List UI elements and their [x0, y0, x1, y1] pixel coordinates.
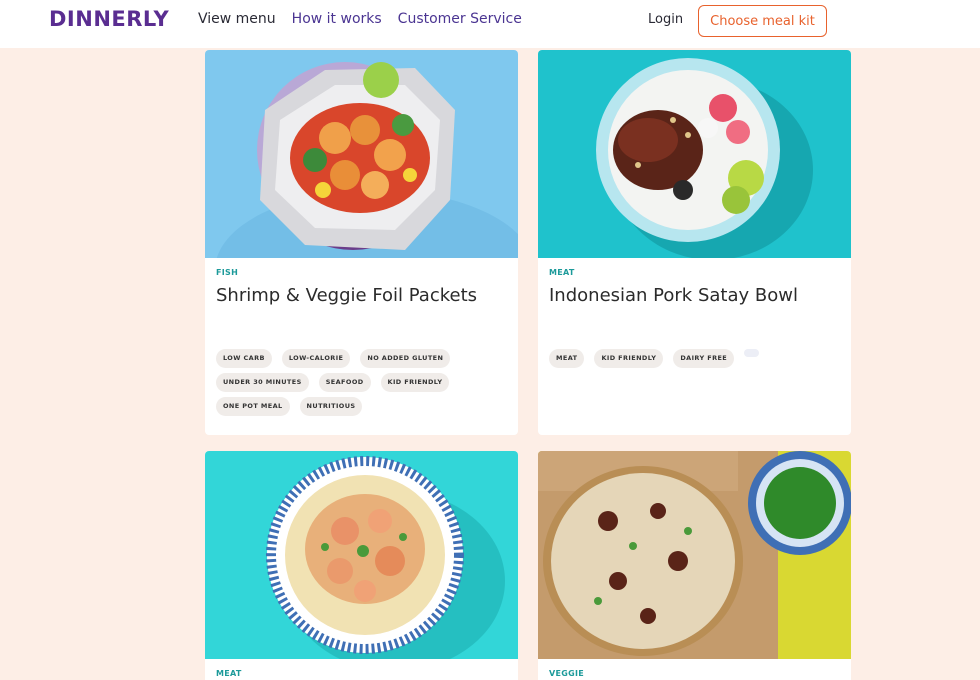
tag-chip: LOW-CALORIE: [281, 349, 351, 368]
tag-chip: KID FRIENDLY: [380, 373, 450, 392]
tag-chip: KID FRIENDLY: [594, 349, 664, 368]
tag-chip: LOW CARB: [216, 349, 272, 368]
tag-chip: SEAFOOD: [318, 373, 371, 392]
recipe-category: VEGGIE: [549, 669, 585, 678]
recipe-title[interactable]: Indonesian Pork Satay Bowl: [549, 284, 798, 308]
choose-meal-kit-button[interactable]: Choose meal kit: [698, 5, 827, 37]
nav-customer-service[interactable]: Customer Service: [398, 11, 522, 27]
login-link[interactable]: Login: [648, 12, 683, 27]
site-header: DINNERLY View menu How it works Customer…: [0, 0, 980, 48]
nav-how-it-works[interactable]: How it works: [292, 11, 382, 27]
tag-chip: ONE POT MEAL: [216, 397, 290, 416]
tag-chip: MEAT: [549, 349, 585, 368]
tag-chip-empty: [744, 349, 760, 357]
recipe-tags: LOW CARB LOW-CALORIE NO ADDED GLUTEN UND…: [216, 349, 511, 416]
recipe-photo-noodles[interactable]: [205, 451, 518, 659]
recipe-photo-shrimp-foil-packets[interactable]: [205, 50, 518, 258]
recipe-card-flatbread[interactable]: VEGGIE: [538, 451, 851, 680]
recipe-card-noodles[interactable]: MEAT: [205, 451, 518, 680]
tag-chip: UNDER 30 MINUTES: [216, 373, 309, 392]
recipe-tags: MEAT KID FRIENDLY DAIRY FREE: [549, 349, 844, 368]
tag-chip: NO ADDED GLUTEN: [360, 349, 451, 368]
recipe-photo-pork-satay-bowl[interactable]: [538, 50, 851, 258]
dinnerly-logo[interactable]: DINNERLY: [49, 7, 169, 31]
tag-chip: DAIRY FREE: [673, 349, 735, 368]
recipe-title[interactable]: Shrimp & Veggie Foil Packets: [216, 284, 477, 308]
recipe-category: FISH: [216, 268, 239, 277]
nav-view-menu[interactable]: View menu: [198, 11, 276, 27]
tag-chip: NUTRITIOUS: [299, 397, 363, 416]
recipe-card-pork-satay[interactable]: MEAT Indonesian Pork Satay Bowl MEAT KID…: [538, 50, 851, 435]
main-nav: View menu How it works Customer Service: [198, 11, 522, 27]
recipe-card-shrimp[interactable]: FISH Shrimp & Veggie Foil Packets LOW CA…: [205, 50, 518, 435]
recipe-category: MEAT: [216, 669, 242, 678]
recipe-category: MEAT: [549, 268, 575, 277]
recipe-photo-flatbread[interactable]: [538, 451, 851, 659]
